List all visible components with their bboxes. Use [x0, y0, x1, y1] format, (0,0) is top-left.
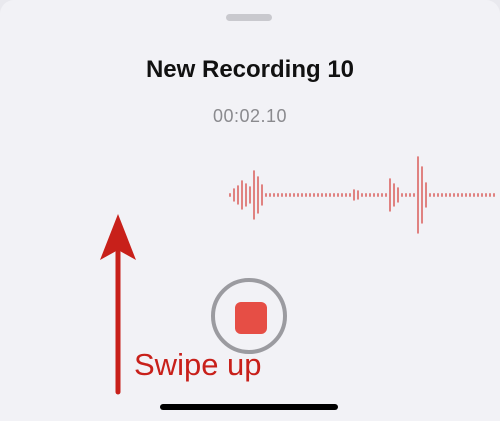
recording-sheet: New Recording 10 00:02.10 Swipe up: [0, 0, 500, 421]
stop-recording-button[interactable]: [211, 278, 287, 354]
sheet-grabber-handle[interactable]: [226, 14, 272, 21]
recording-title[interactable]: New Recording 10: [0, 56, 500, 84]
elapsed-timer: 00:02.10: [212, 106, 288, 126]
waveform: [229, 156, 495, 234]
home-indicator[interactable]: [160, 404, 338, 410]
swipe-up-annotation: Swipe up: [134, 347, 262, 382]
stop-square-icon: [235, 302, 267, 334]
